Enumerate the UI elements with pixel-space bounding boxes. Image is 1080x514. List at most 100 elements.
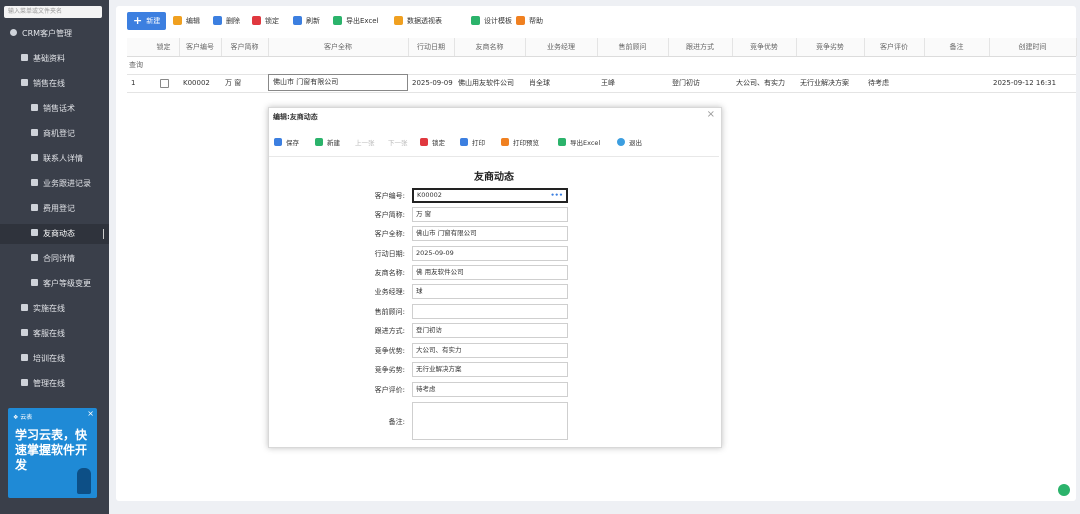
column-header[interactable]: 客户评价 bbox=[864, 38, 925, 56]
column-header[interactable]: 友商名称 bbox=[454, 38, 526, 56]
column-header[interactable]: 业务经理 bbox=[525, 38, 598, 56]
sidebar-item-14[interactable]: 管理在线 bbox=[0, 374, 109, 394]
sidebar-item-7[interactable]: 费用登记 bbox=[0, 199, 109, 219]
table-cell[interactable]: 肖全球 bbox=[525, 74, 597, 92]
close-icon[interactable]: × bbox=[707, 109, 715, 120]
sidebar-item-3[interactable]: 销售话术 bbox=[0, 99, 109, 119]
form-field-3[interactable]: 2025-09-09 bbox=[412, 246, 568, 261]
sidebar-item-1[interactable]: 基础资料 bbox=[0, 49, 109, 69]
field-value: 球 bbox=[416, 287, 423, 295]
person-illustration bbox=[77, 468, 91, 494]
table-cell[interactable]: 王峰 bbox=[597, 74, 668, 92]
dialog-toolbar-button-2[interactable]: 上一张 bbox=[355, 134, 375, 152]
lock-icon bbox=[420, 138, 428, 146]
sidebar-item-9[interactable]: 合同详情 bbox=[0, 249, 109, 269]
table-row[interactable]: 1 K00002 万 窗佛山市 门窗有限公司 2025-09-09 佛山用友软件公司 肖全… bbox=[127, 74, 1076, 93]
sidebar-item-5[interactable]: 联系人详情 bbox=[0, 149, 109, 169]
table-cell[interactable]: 待考虑 bbox=[864, 74, 924, 92]
lookup-icon[interactable]: ••• bbox=[551, 190, 563, 201]
document-icon bbox=[31, 254, 38, 261]
dialog-toolbar-button-0[interactable]: 保存 bbox=[274, 134, 299, 152]
dialog-toolbar-button-4[interactable]: 锁定 bbox=[420, 134, 445, 152]
form-field-0[interactable]: K00002 ••• bbox=[412, 188, 568, 203]
toolbar-button-3[interactable]: 锁定 bbox=[252, 12, 279, 30]
toolbar-button-4[interactable]: 刷新 bbox=[293, 12, 320, 30]
dialog-toolbar-button-8[interactable]: 退出 bbox=[617, 134, 642, 152]
toolbar-button-1[interactable]: 编辑 bbox=[173, 12, 200, 30]
column-header[interactable]: 客户编号 bbox=[179, 38, 222, 56]
sidebar: 输入菜单或文件夹名 CRM客户管理 基础资料销售在线销售话术商机登记联系人详情业务… bbox=[0, 0, 109, 514]
toolbar-button-7[interactable]: 设计模板 bbox=[471, 12, 512, 30]
table-cell[interactable]: 大公司、有实力 bbox=[732, 74, 796, 92]
dialog-toolbar-label: 锁定 bbox=[432, 139, 445, 147]
folder-icon bbox=[21, 79, 28, 86]
table-cell[interactable]: 万 窗 bbox=[221, 74, 268, 92]
form-field-4[interactable]: 佛 用友软件公司 bbox=[412, 265, 568, 280]
excel-icon bbox=[333, 15, 342, 25]
field-label: 竞争劣势: bbox=[374, 366, 405, 374]
filter-label: 查询 bbox=[129, 61, 143, 69]
sidebar-item-13[interactable]: 培训在线 bbox=[0, 349, 109, 369]
toolbar-button-6[interactable]: 数据透视表 bbox=[394, 12, 442, 30]
close-icon[interactable]: × bbox=[87, 409, 94, 418]
form-field-10[interactable]: 待考虑 bbox=[412, 382, 568, 397]
table-cell[interactable]: K00002 bbox=[179, 74, 221, 92]
column-header[interactable]: 备注 bbox=[924, 38, 990, 56]
column-header[interactable]: 创建时间 bbox=[989, 38, 1077, 56]
field-value: 大公司、有实力 bbox=[416, 346, 462, 354]
plus-icon bbox=[315, 138, 323, 146]
table-cell[interactable]: 登门初访 bbox=[668, 74, 732, 92]
field-label: 行动日期: bbox=[374, 250, 405, 258]
sidebar-item-8[interactable]: 友商动态 bbox=[0, 224, 109, 244]
sidebar-item-12[interactable]: 客服在线 bbox=[0, 324, 109, 344]
table-cell[interactable]: 2025-09-12 16:31 bbox=[989, 74, 1076, 92]
row-checkbox[interactable] bbox=[160, 79, 169, 88]
form-field-8[interactable]: 大公司、有实力 bbox=[412, 343, 568, 358]
sidebar-item-2[interactable]: 销售在线 bbox=[0, 74, 109, 94]
field-label: 竞争优势: bbox=[374, 347, 405, 355]
form-field-2[interactable]: 佛山市 门窗有限公司 bbox=[412, 226, 568, 241]
toolbar-button-0[interactable]: + 新建 bbox=[127, 12, 167, 30]
toolbar-button-2[interactable]: 删除 bbox=[213, 12, 240, 30]
document-icon bbox=[31, 104, 38, 111]
sidebar-item-4[interactable]: 商机登记 bbox=[0, 124, 109, 144]
dialog-toolbar-button-1[interactable]: 新建 bbox=[315, 134, 340, 152]
dialog-toolbar-button-3[interactable]: 下一张 bbox=[388, 134, 408, 152]
column-header[interactable]: 行动日期 bbox=[408, 38, 455, 56]
column-header[interactable]: 客户全称 bbox=[268, 38, 409, 56]
dialog-toolbar-label: 打印预览 bbox=[513, 139, 539, 147]
column-header[interactable]: 竞争优势 bbox=[732, 38, 797, 56]
column-header[interactable]: 售前顾问 bbox=[597, 38, 669, 56]
table-cell[interactable]: 佛山用友软件公司 bbox=[454, 74, 525, 92]
sidebar-item-10[interactable]: 客户等级变更 bbox=[0, 274, 109, 294]
promo-banner[interactable]: ❖ 云表 × 学习云表，快速掌握软件开发 bbox=[8, 408, 97, 498]
table-cell[interactable]: 2025-09-09 bbox=[408, 74, 454, 92]
plus-icon: + bbox=[133, 14, 143, 27]
table-cell[interactable]: 无行业解决方案 bbox=[796, 74, 864, 92]
status-icon[interactable] bbox=[1058, 484, 1070, 496]
sidebar-item-11[interactable]: 实施在线 bbox=[0, 299, 109, 319]
form-field-5[interactable]: 球 bbox=[412, 284, 568, 299]
column-header[interactable]: 客户简称 bbox=[221, 38, 269, 56]
menu-search-input[interactable]: 输入菜单或文件夹名 bbox=[4, 6, 102, 18]
table-cell[interactable] bbox=[924, 74, 989, 92]
dialog-toolbar-button-7[interactable]: 导出Excel bbox=[558, 134, 600, 152]
sidebar-item-0[interactable]: CRM客户管理 bbox=[0, 24, 109, 44]
toolbar-button-label: 编辑 bbox=[186, 17, 200, 25]
table-cell[interactable]: 佛山市 门窗有限公司 bbox=[268, 74, 408, 91]
column-header[interactable]: 竞争劣势 bbox=[796, 38, 865, 56]
document-icon bbox=[31, 229, 38, 236]
column-header[interactable]: 跟进方式 bbox=[668, 38, 733, 56]
column-header[interactable]: 锁定 bbox=[148, 38, 180, 56]
form-field-1[interactable]: 万 窗 bbox=[412, 207, 568, 222]
form-field-7[interactable]: 登门初访 bbox=[412, 323, 568, 338]
toolbar-button-5[interactable]: 导出Excel bbox=[333, 12, 379, 30]
form-field-11[interactable] bbox=[412, 402, 568, 440]
sidebar-item-6[interactable]: 业务跟进记录 bbox=[0, 174, 109, 194]
form-field-9[interactable]: 无行业解决方案 bbox=[412, 362, 568, 377]
refresh-icon bbox=[293, 15, 302, 25]
toolbar-button-8[interactable]: 帮助 bbox=[516, 12, 543, 30]
form-field-6[interactable] bbox=[412, 304, 568, 319]
dialog-toolbar-button-6[interactable]: 打印预览 bbox=[501, 134, 539, 152]
dialog-toolbar-button-5[interactable]: 打印 bbox=[460, 134, 485, 152]
